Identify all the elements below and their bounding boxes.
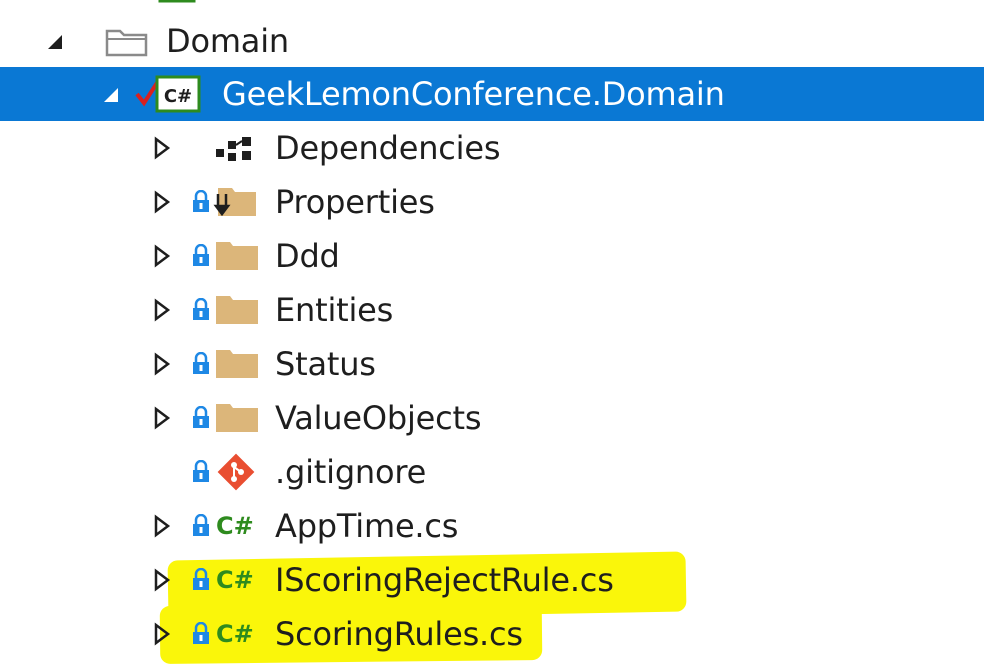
tree-row-project[interactable]: C# GeekLemonConference.Domain [0,67,984,121]
collapsed-arrow-icon[interactable] [152,352,172,376]
folder-icon [216,404,258,432]
tree-item-label: Entities [275,291,394,329]
folder-icon [100,0,136,5]
lock-icon [193,298,209,320]
collapsed-arrow-icon[interactable] [152,406,172,430]
tree-item-label: ScoringRules.cs [275,615,523,653]
tree-item-label: Ddd [275,237,340,275]
folder-icon [216,242,258,270]
tree-row-ddd[interactable]: Ddd [0,229,984,283]
lock-icon [193,352,209,374]
tree-item-label: .gitignore [275,453,427,491]
collapsed-arrow-icon[interactable] [152,244,172,268]
lock-icon [193,568,209,590]
collapsed-arrow-icon[interactable] [152,568,172,592]
csharp-file-icon: C# [216,620,254,648]
tree-row-gitignore[interactable]: .gitignore [0,445,984,499]
lock-icon [193,244,209,266]
collapsed-arrow-icon[interactable] [152,622,172,646]
tree-row-valueobjects[interactable]: ValueObjects [0,391,984,445]
solution-explorer-tree: Domain C# GeekLemonConference.Domain Dep… [0,0,984,669]
lock-icon [193,406,209,428]
folder-icon [216,350,258,378]
folder-icon [216,296,258,324]
csharp-file-icon: C# [216,512,254,540]
csharp-project-icon: C# [155,75,201,113]
expanded-arrow-icon[interactable] [46,29,66,53]
svg-text:C#: C# [164,86,192,107]
tree-row-properties[interactable]: Properties [0,175,984,229]
csharp-file-icon: C# [216,566,254,594]
csharp-project-icon [158,0,196,3]
expanded-arrow-icon[interactable] [102,82,122,106]
tree-row-partial[interactable] [0,0,984,14]
collapsed-arrow-icon[interactable] [152,298,172,322]
tree-item-label: AppTime.cs [275,507,459,545]
git-icon [217,453,255,491]
lock-icon [193,514,209,536]
tree-row-status[interactable]: Status [0,337,984,391]
tree-item-label: ValueObjects [275,399,482,437]
properties-folder-icon [213,188,256,217]
collapsed-arrow-icon[interactable] [152,190,172,214]
tree-item-label: Properties [275,183,435,221]
tree-item-label: Domain [166,22,289,60]
lock-icon [193,460,209,482]
tree-row-entities[interactable]: Entities [0,283,984,337]
collapsed-arrow-icon[interactable] [152,514,172,538]
lock-icon [193,190,209,212]
lock-icon [193,622,209,644]
tree-item-label: Dependencies [275,129,501,167]
tree-item-label: Status [275,345,376,383]
collapsed-arrow-icon[interactable] [152,136,172,160]
solution-folder-icon [105,29,148,57]
tree-item-label: GeekLemonConference.Domain [222,75,725,113]
tree-item-label: IScoringRejectRule.cs [275,561,614,599]
tree-row-apptime[interactable]: C# AppTime.cs [0,499,984,553]
tree-row-dependencies[interactable]: Dependencies [0,121,984,175]
dependencies-icon [216,137,251,161]
tree-row-domain[interactable]: Domain [0,14,984,68]
tree-row-scoringrules[interactable]: C# ScoringRules.cs [0,607,984,661]
tree-row-iscoringrejectrule[interactable]: C# IScoringRejectRule.cs [0,553,984,607]
